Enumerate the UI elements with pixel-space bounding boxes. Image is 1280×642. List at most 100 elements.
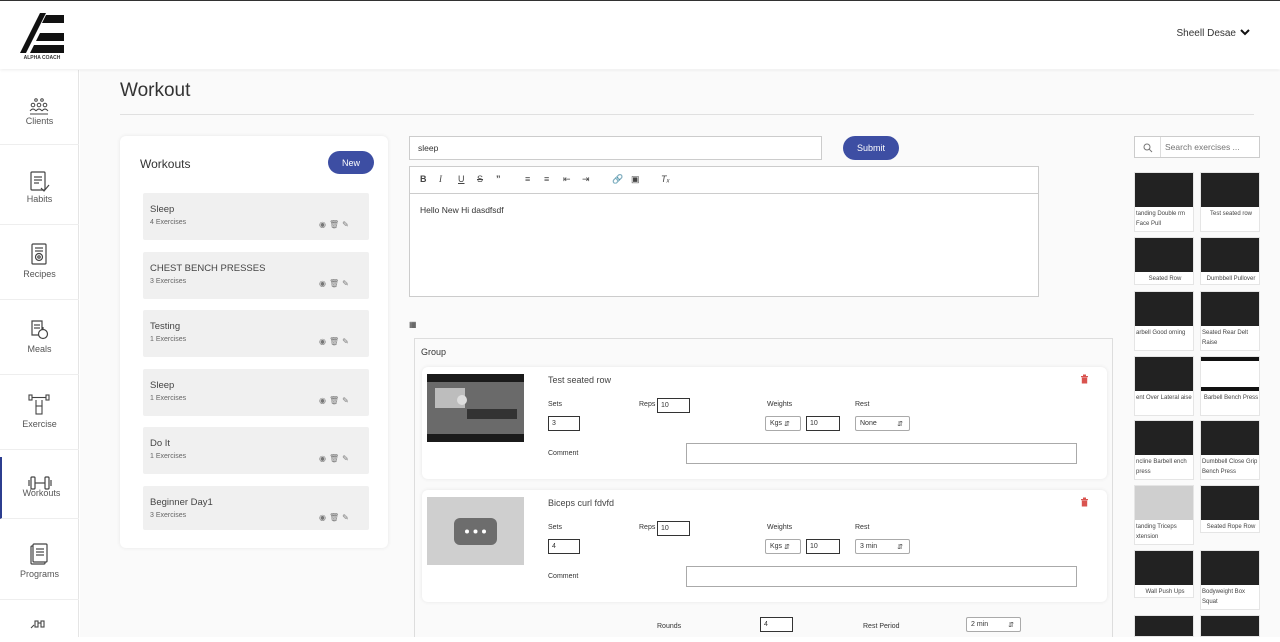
sidebar-item-habits[interactable]: Habits <box>0 150 79 225</box>
user-name[interactable]: Sheell Desae <box>1177 28 1236 39</box>
logo[interactable]: ALPHA COACH <box>16 11 68 63</box>
library-item[interactable]: arbell Good orning <box>1134 291 1194 351</box>
sets-input[interactable]: 3 <box>548 416 580 431</box>
rest-select[interactable]: 3 min ⇵ <box>855 539 910 554</box>
habits-icon <box>30 171 50 192</box>
rounds-input[interactable]: 4 <box>760 617 793 632</box>
pencil-icon[interactable]: ✎ <box>342 454 352 463</box>
weight-input[interactable]: 10 <box>806 539 840 554</box>
library-item[interactable]: Barbell Bench Press <box>1200 356 1260 416</box>
library-item[interactable]: ent Over Lateral aise <box>1134 356 1194 416</box>
library-item[interactable]: Bodyweight Box Squat <box>1200 550 1260 610</box>
clear-format-icon[interactable]: Tₓ <box>661 174 670 184</box>
eye-icon[interactable]: ◉ <box>319 513 329 522</box>
workout-name: CHEST BENCH PRESSES <box>150 263 266 274</box>
eye-icon[interactable]: ◉ <box>319 337 329 346</box>
trash-icon[interactable]: 🗑 <box>329 279 342 288</box>
search-input[interactable] <box>1165 140 1255 154</box>
library-item-label: ent Over Lateral aise <box>1136 395 1192 401</box>
trash-icon[interactable]: 🗑 <box>329 396 342 405</box>
library-item[interactable]: Test seated row <box>1200 172 1260 232</box>
comment-input[interactable] <box>686 566 1077 587</box>
reps-input[interactable]: 10 <box>657 521 690 536</box>
workout-name-input[interactable]: sleep <box>409 136 822 160</box>
workout-item[interactable]: Beginner Day1 3 Exercises ◉🗑✎ <box>143 486 369 530</box>
link-icon[interactable]: 🔗 <box>612 174 623 185</box>
underline-icon[interactable]: U <box>458 174 465 184</box>
reps-input[interactable]: 10 <box>657 398 690 413</box>
library-item[interactable] <box>1200 615 1260 637</box>
grid-icon[interactable]: ▦ <box>409 320 417 329</box>
image-icon[interactable]: ▣ <box>631 174 640 185</box>
sidebar-item-clients[interactable]: Clients <box>0 70 79 145</box>
eye-icon[interactable]: ◉ <box>319 454 329 463</box>
sidebar-item-recipes[interactable]: Recipes <box>0 225 79 300</box>
library-item[interactable]: Wall Push Ups <box>1134 550 1194 598</box>
submit-button[interactable]: Submit <box>843 136 899 160</box>
chevron-down-icon[interactable] <box>1240 27 1250 40</box>
eye-icon[interactable]: ◉ <box>319 396 329 405</box>
library-item[interactable]: ncline Barbell ench press <box>1134 420 1194 480</box>
workout-item[interactable]: Do It 1 Exercises ◉🗑✎ <box>143 427 369 474</box>
sidebar: Clients Habits Recipes Meals Exercise Wo… <box>0 70 79 637</box>
rest-period-select[interactable]: 2 min ⇵ <box>966 617 1021 632</box>
rest-select[interactable]: None ⇵ <box>855 416 910 431</box>
library-item[interactable]: Seated Rope Row <box>1200 485 1260 533</box>
sidebar-item-label: Recipes <box>23 269 56 279</box>
trash-icon[interactable]: 🗑 <box>329 337 342 346</box>
library-item[interactable]: tanding Triceps xtension <box>1134 485 1194 545</box>
outdent-icon[interactable]: ⇤ <box>563 174 571 185</box>
strike-icon[interactable]: S <box>477 174 483 184</box>
trash-icon[interactable] <box>1080 497 1089 507</box>
eye-icon[interactable]: ◉ <box>319 279 329 288</box>
description-editor[interactable]: Hello New Hi dasdfsdf <box>409 193 1039 297</box>
new-workout-button[interactable]: New <box>328 151 374 174</box>
meals-icon <box>31 320 49 340</box>
italic-icon[interactable]: I <box>439 174 442 184</box>
sidebar-item-meals[interactable]: Meals <box>0 300 79 375</box>
library-item[interactable] <box>1134 615 1194 637</box>
ordered-list-icon[interactable]: ≡ <box>525 174 530 184</box>
indent-icon[interactable]: ⇥ <box>582 174 590 185</box>
sidebar-item-programs[interactable]: Programs <box>0 525 79 600</box>
logo-text: ALPHA COACH <box>23 55 61 61</box>
trash-icon[interactable] <box>1080 374 1089 384</box>
workout-name: Beginner Day1 <box>150 497 213 508</box>
bullet-list-icon[interactable]: ≡ <box>544 174 549 184</box>
library-item-label: Dumbbell Close Grip Bench Press <box>1202 459 1258 475</box>
workout-item[interactable]: Sleep 1 Exercises ◉🗑✎ <box>143 369 369 416</box>
pencil-icon[interactable]: ✎ <box>342 337 352 346</box>
workout-exercise-count: 3 Exercises <box>150 512 187 519</box>
pencil-icon[interactable]: ✎ <box>342 279 352 288</box>
library-item[interactable]: Dumbbell Pullover <box>1200 237 1260 285</box>
weight-unit-select[interactable]: Kgs ⇵ <box>765 539 801 554</box>
bold-icon[interactable]: B <box>420 174 427 184</box>
pencil-icon[interactable]: ✎ <box>342 396 352 405</box>
pencil-icon[interactable]: ✎ <box>342 220 352 229</box>
sets-input[interactable]: 4 <box>548 539 580 554</box>
workout-item[interactable]: CHEST BENCH PRESSES 3 Exercises ◉🗑✎ <box>143 252 369 299</box>
exercise-search[interactable] <box>1134 136 1260 158</box>
sidebar-item-label: Habits <box>26 194 53 204</box>
workout-exercise-count: 1 Exercises <box>150 453 187 460</box>
workout-item[interactable]: Testing 1 Exercises ◉🗑✎ <box>143 310 369 357</box>
pencil-icon[interactable]: ✎ <box>342 513 352 522</box>
sidebar-item-more[interactable] <box>0 600 79 637</box>
library-item[interactable]: Dumbbell Close Grip Bench Press <box>1200 420 1260 480</box>
editor-content: Hello New Hi dasdfsdf <box>420 205 504 215</box>
rest-period-label: Rest Period <box>863 623 900 630</box>
sidebar-item-workouts[interactable]: Workouts <box>0 457 79 519</box>
library-item[interactable]: Seated Rear Delt Raise <box>1200 291 1260 351</box>
eye-icon[interactable]: ◉ <box>319 220 329 229</box>
sidebar-item-exercise[interactable]: Exercise <box>0 375 79 450</box>
trash-icon[interactable]: 🗑 <box>329 220 342 229</box>
weight-input[interactable]: 10 <box>806 416 840 431</box>
trash-icon[interactable]: 🗑 <box>329 513 342 522</box>
weight-unit-select[interactable]: Kgs ⇵ <box>765 416 801 431</box>
comment-input[interactable] <box>686 443 1077 464</box>
workout-item[interactable]: Sleep 4 Exercises ◉🗑✎ <box>143 193 369 240</box>
library-item[interactable]: Seated Row <box>1134 237 1194 285</box>
trash-icon[interactable]: 🗑 <box>329 454 342 463</box>
quote-icon[interactable]: ” <box>496 174 501 184</box>
library-item[interactable]: tanding Double rm Face Pull <box>1134 172 1194 232</box>
